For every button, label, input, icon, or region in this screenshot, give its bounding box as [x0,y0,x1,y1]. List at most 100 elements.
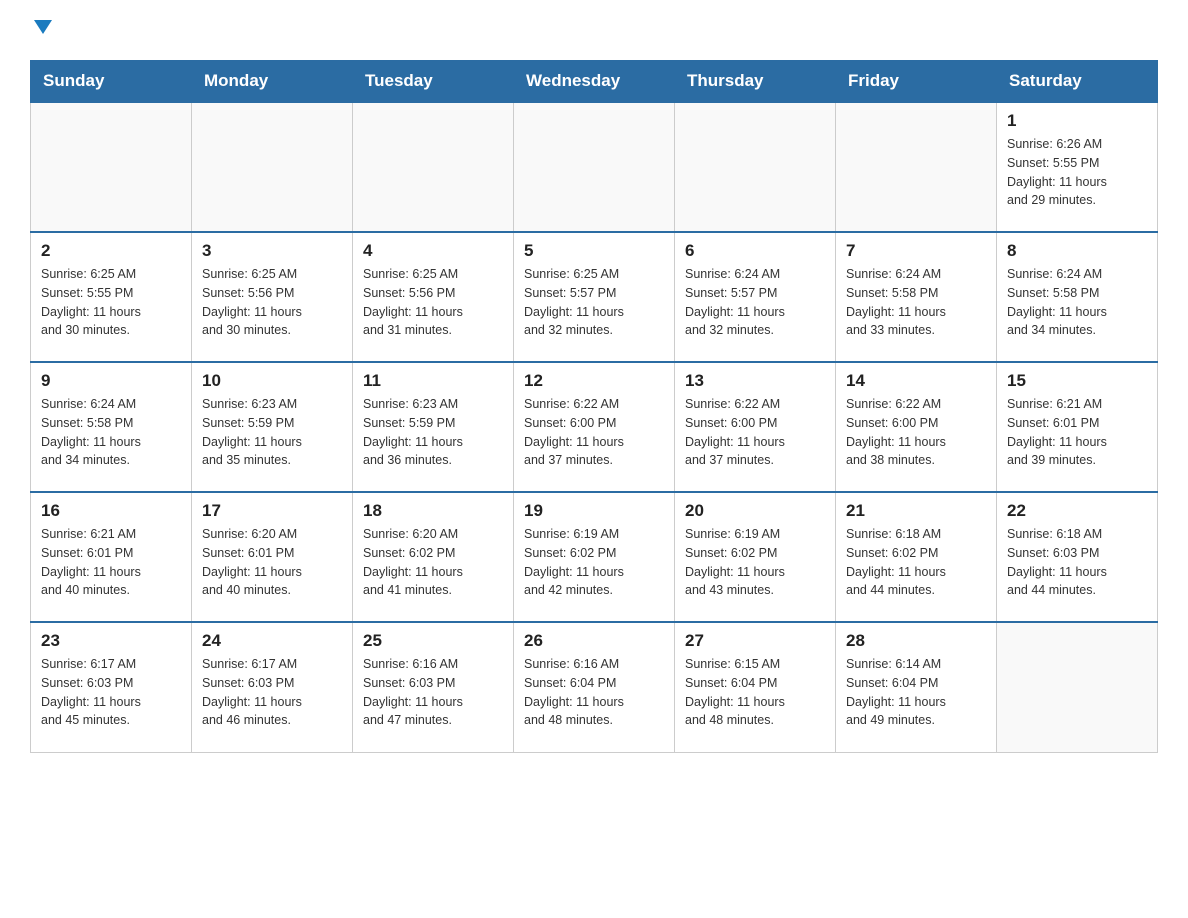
day-info: Sunrise: 6:16 AMSunset: 6:03 PMDaylight:… [363,655,503,730]
calendar-day-cell: 17 Sunrise: 6:20 AMSunset: 6:01 PMDayligh… [192,492,353,622]
calendar-day-cell: 25 Sunrise: 6:16 AMSunset: 6:03 PMDayligh… [353,622,514,752]
day-number: 26 [524,631,664,651]
day-info: Sunrise: 6:23 AMSunset: 5:59 PMDaylight:… [202,395,342,470]
day-number: 13 [685,371,825,391]
day-info: Sunrise: 6:22 AMSunset: 6:00 PMDaylight:… [846,395,986,470]
calendar-table: SundayMondayTuesdayWednesdayThursdayFrid… [30,60,1158,753]
day-number: 25 [363,631,503,651]
calendar-day-cell: 21 Sunrise: 6:18 AMSunset: 6:02 PMDayligh… [836,492,997,622]
column-header-tuesday: Tuesday [353,61,514,103]
day-number: 17 [202,501,342,521]
day-info: Sunrise: 6:18 AMSunset: 6:02 PMDaylight:… [846,525,986,600]
day-info: Sunrise: 6:19 AMSunset: 6:02 PMDaylight:… [524,525,664,600]
day-number: 18 [363,501,503,521]
day-number: 19 [524,501,664,521]
calendar-day-cell [192,102,353,232]
day-number: 22 [1007,501,1147,521]
day-number: 28 [846,631,986,651]
day-info: Sunrise: 6:20 AMSunset: 6:01 PMDaylight:… [202,525,342,600]
column-header-monday: Monday [192,61,353,103]
calendar-day-cell: 23 Sunrise: 6:17 AMSunset: 6:03 PMDayligh… [31,622,192,752]
calendar-day-cell: 27 Sunrise: 6:15 AMSunset: 6:04 PMDayligh… [675,622,836,752]
calendar-day-cell: 18 Sunrise: 6:20 AMSunset: 6:02 PMDayligh… [353,492,514,622]
calendar-week-row: 1 Sunrise: 6:26 AMSunset: 5:55 PMDaylight… [31,102,1158,232]
day-info: Sunrise: 6:22 AMSunset: 6:00 PMDaylight:… [524,395,664,470]
calendar-week-row: 23 Sunrise: 6:17 AMSunset: 6:03 PMDayligh… [31,622,1158,752]
calendar-day-cell: 28 Sunrise: 6:14 AMSunset: 6:04 PMDayligh… [836,622,997,752]
day-number: 4 [363,241,503,261]
day-info: Sunrise: 6:18 AMSunset: 6:03 PMDaylight:… [1007,525,1147,600]
day-info: Sunrise: 6:22 AMSunset: 6:00 PMDaylight:… [685,395,825,470]
column-header-saturday: Saturday [997,61,1158,103]
day-info: Sunrise: 6:20 AMSunset: 6:02 PMDaylight:… [363,525,503,600]
calendar-header-row: SundayMondayTuesdayWednesdayThursdayFrid… [31,61,1158,103]
calendar-day-cell: 3 Sunrise: 6:25 AMSunset: 5:56 PMDaylight… [192,232,353,362]
calendar-day-cell [675,102,836,232]
calendar-week-row: 2Sunrise: 6:25 AMSunset: 5:55 PMDaylight… [31,232,1158,362]
calendar-week-row: 9 Sunrise: 6:24 AMSunset: 5:58 PMDaylight… [31,362,1158,492]
day-number: 11 [363,371,503,391]
day-number: 7 [846,241,986,261]
column-header-thursday: Thursday [675,61,836,103]
calendar-day-cell: 12 Sunrise: 6:22 AMSunset: 6:00 PMDayligh… [514,362,675,492]
day-number: 9 [41,371,181,391]
day-number: 1 [1007,111,1147,131]
day-info: Sunrise: 6:25 AMSunset: 5:56 PMDaylight:… [202,265,342,340]
column-header-wednesday: Wednesday [514,61,675,103]
day-info: Sunrise: 6:16 AMSunset: 6:04 PMDaylight:… [524,655,664,730]
calendar-day-cell: 7 Sunrise: 6:24 AMSunset: 5:58 PMDaylight… [836,232,997,362]
calendar-day-cell: 24 Sunrise: 6:17 AMSunset: 6:03 PMDayligh… [192,622,353,752]
day-info: Sunrise: 6:15 AMSunset: 6:04 PMDaylight:… [685,655,825,730]
calendar-day-cell: 16 Sunrise: 6:21 AMSunset: 6:01 PMDayligh… [31,492,192,622]
day-number: 16 [41,501,181,521]
calendar-day-cell: 2Sunrise: 6:25 AMSunset: 5:55 PMDaylight… [31,232,192,362]
calendar-day-cell: 4Sunrise: 6:25 AMSunset: 5:56 PMDaylight… [353,232,514,362]
day-number: 12 [524,371,664,391]
calendar-day-cell: 8Sunrise: 6:24 AMSunset: 5:58 PMDaylight… [997,232,1158,362]
day-number: 27 [685,631,825,651]
logo [30,20,52,40]
column-header-friday: Friday [836,61,997,103]
calendar-day-cell: 22 Sunrise: 6:18 AMSunset: 6:03 PMDayligh… [997,492,1158,622]
column-header-sunday: Sunday [31,61,192,103]
calendar-day-cell: 26 Sunrise: 6:16 AMSunset: 6:04 PMDayligh… [514,622,675,752]
calendar-day-cell: 5Sunrise: 6:25 AMSunset: 5:57 PMDaylight… [514,232,675,362]
calendar-day-cell: 14 Sunrise: 6:22 AMSunset: 6:00 PMDayligh… [836,362,997,492]
calendar-day-cell: 15 Sunrise: 6:21 AMSunset: 6:01 PMDayligh… [997,362,1158,492]
day-info: Sunrise: 6:17 AMSunset: 6:03 PMDaylight:… [202,655,342,730]
page-header [30,20,1158,40]
calendar-day-cell [514,102,675,232]
day-number: 24 [202,631,342,651]
day-info: Sunrise: 6:24 AMSunset: 5:57 PMDaylight:… [685,265,825,340]
day-info: Sunrise: 6:26 AMSunset: 5:55 PMDaylight:… [1007,135,1147,210]
day-info: Sunrise: 6:24 AMSunset: 5:58 PMDaylight:… [846,265,986,340]
day-number: 20 [685,501,825,521]
day-info: Sunrise: 6:19 AMSunset: 6:02 PMDaylight:… [685,525,825,600]
calendar-day-cell: 19 Sunrise: 6:19 AMSunset: 6:02 PMDayligh… [514,492,675,622]
calendar-day-cell: 10Sunrise: 6:23 AMSunset: 5:59 PMDayligh… [192,362,353,492]
calendar-week-row: 16 Sunrise: 6:21 AMSunset: 6:01 PMDayligh… [31,492,1158,622]
calendar-day-cell [353,102,514,232]
day-info: Sunrise: 6:17 AMSunset: 6:03 PMDaylight:… [41,655,181,730]
day-info: Sunrise: 6:21 AMSunset: 6:01 PMDaylight:… [1007,395,1147,470]
calendar-day-cell: 20 Sunrise: 6:19 AMSunset: 6:02 PMDayligh… [675,492,836,622]
day-info: Sunrise: 6:24 AMSunset: 5:58 PMDaylight:… [1007,265,1147,340]
day-number: 23 [41,631,181,651]
day-number: 3 [202,241,342,261]
day-number: 5 [524,241,664,261]
day-number: 14 [846,371,986,391]
day-number: 15 [1007,371,1147,391]
day-info: Sunrise: 6:23 AMSunset: 5:59 PMDaylight:… [363,395,503,470]
day-number: 21 [846,501,986,521]
calendar-day-cell [997,622,1158,752]
day-info: Sunrise: 6:24 AMSunset: 5:58 PMDaylight:… [41,395,181,470]
calendar-day-cell: 13 Sunrise: 6:22 AMSunset: 6:00 PMDayligh… [675,362,836,492]
day-info: Sunrise: 6:14 AMSunset: 6:04 PMDaylight:… [846,655,986,730]
calendar-day-cell [31,102,192,232]
calendar-day-cell [836,102,997,232]
day-info: Sunrise: 6:25 AMSunset: 5:55 PMDaylight:… [41,265,181,340]
day-info: Sunrise: 6:21 AMSunset: 6:01 PMDaylight:… [41,525,181,600]
calendar-day-cell: 6Sunrise: 6:24 AMSunset: 5:57 PMDaylight… [675,232,836,362]
calendar-day-cell: 9 Sunrise: 6:24 AMSunset: 5:58 PMDaylight… [31,362,192,492]
calendar-day-cell: 11 Sunrise: 6:23 AMSunset: 5:59 PMDayligh… [353,362,514,492]
